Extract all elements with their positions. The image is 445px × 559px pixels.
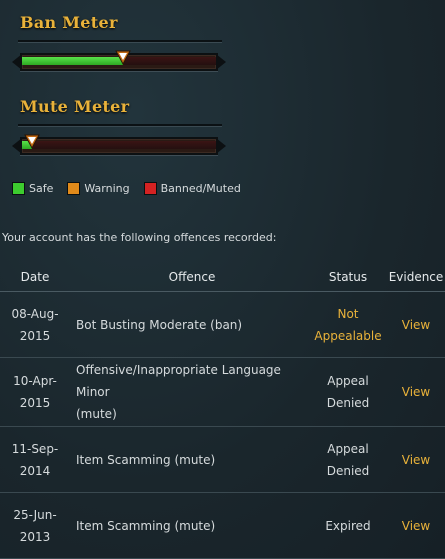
offence-cell: Offensive/Inappropriate Language Minor (m…: [70, 357, 309, 427]
date-cell: 11-Sep- 2014: [0, 426, 70, 493]
column-header-status: Status: [309, 262, 387, 292]
warning-swatch-icon: [67, 182, 81, 195]
view-evidence-link[interactable]: View: [402, 385, 430, 399]
meter-legend: Safe Warning Banned/Muted: [12, 182, 255, 195]
legend-item-warning: Warning: [67, 182, 130, 195]
ban-meter-title: Ban Meter: [20, 13, 118, 32]
banned-swatch-icon: [143, 182, 157, 195]
ban-meter-marker-icon: [115, 50, 131, 66]
column-header-date: Date: [0, 262, 70, 292]
ban-meter: [12, 50, 226, 73]
offences-table: Date Offence Status Evidence 08-Aug- 2015…: [0, 262, 445, 559]
offence-cell: Item Scamming (mute): [70, 492, 309, 559]
ban-meter-fill: [22, 57, 123, 65]
table-header-row: Date Offence Status Evidence: [0, 262, 445, 292]
ban-meter-divider: [18, 40, 222, 43]
status-cell: Expired: [309, 492, 387, 559]
status-cell: Not Appealable: [309, 291, 387, 358]
view-evidence-link[interactable]: View: [402, 453, 430, 467]
table-row: 08-Aug- 2015 Bot Busting Moderate (ban) N…: [0, 291, 445, 358]
date-cell: 25-Jun- 2013: [0, 492, 70, 559]
table-row: 11-Sep- 2014 Item Scamming (mute) Appeal D…: [0, 426, 445, 493]
legend-label: Safe: [29, 182, 54, 195]
mute-meter-title: Mute Meter: [20, 97, 130, 116]
date-cell: 10-Apr- 2015: [0, 357, 70, 427]
mute-meter-divider: [18, 124, 222, 127]
offence-cell: Bot Busting Moderate (ban): [70, 291, 309, 358]
status-cell: Appeal Denied: [309, 426, 387, 493]
column-header-offence: Offence: [70, 262, 309, 292]
mute-meter-marker-icon: [23, 134, 40, 150]
offences-intro-text: Your account has the following offences …: [2, 231, 277, 244]
evidence-cell: View: [387, 291, 445, 358]
mute-meter: [12, 134, 226, 157]
view-evidence-link[interactable]: View: [402, 519, 430, 533]
legend-label: Warning: [84, 182, 130, 195]
status-cell: Appeal Denied: [309, 357, 387, 427]
table-row: 25-Jun- 2013 Item Scamming (mute) Expired…: [0, 492, 445, 559]
legend-item-safe: Safe: [12, 182, 53, 195]
view-evidence-link[interactable]: View: [402, 318, 430, 332]
legend-label: Banned/Muted: [160, 182, 241, 195]
evidence-cell: View: [387, 426, 445, 493]
evidence-cell: View: [387, 357, 445, 427]
date-cell: 08-Aug- 2015: [0, 291, 70, 358]
safe-swatch-icon: [12, 182, 25, 195]
column-header-evidence: Evidence: [387, 262, 445, 292]
evidence-cell: View: [387, 492, 445, 559]
table-row: 10-Apr- 2015 Offensive/Inappropriate Lang…: [0, 357, 445, 427]
offence-cell: Item Scamming (mute): [70, 426, 309, 493]
legend-item-banned: Banned/Muted: [143, 182, 241, 195]
